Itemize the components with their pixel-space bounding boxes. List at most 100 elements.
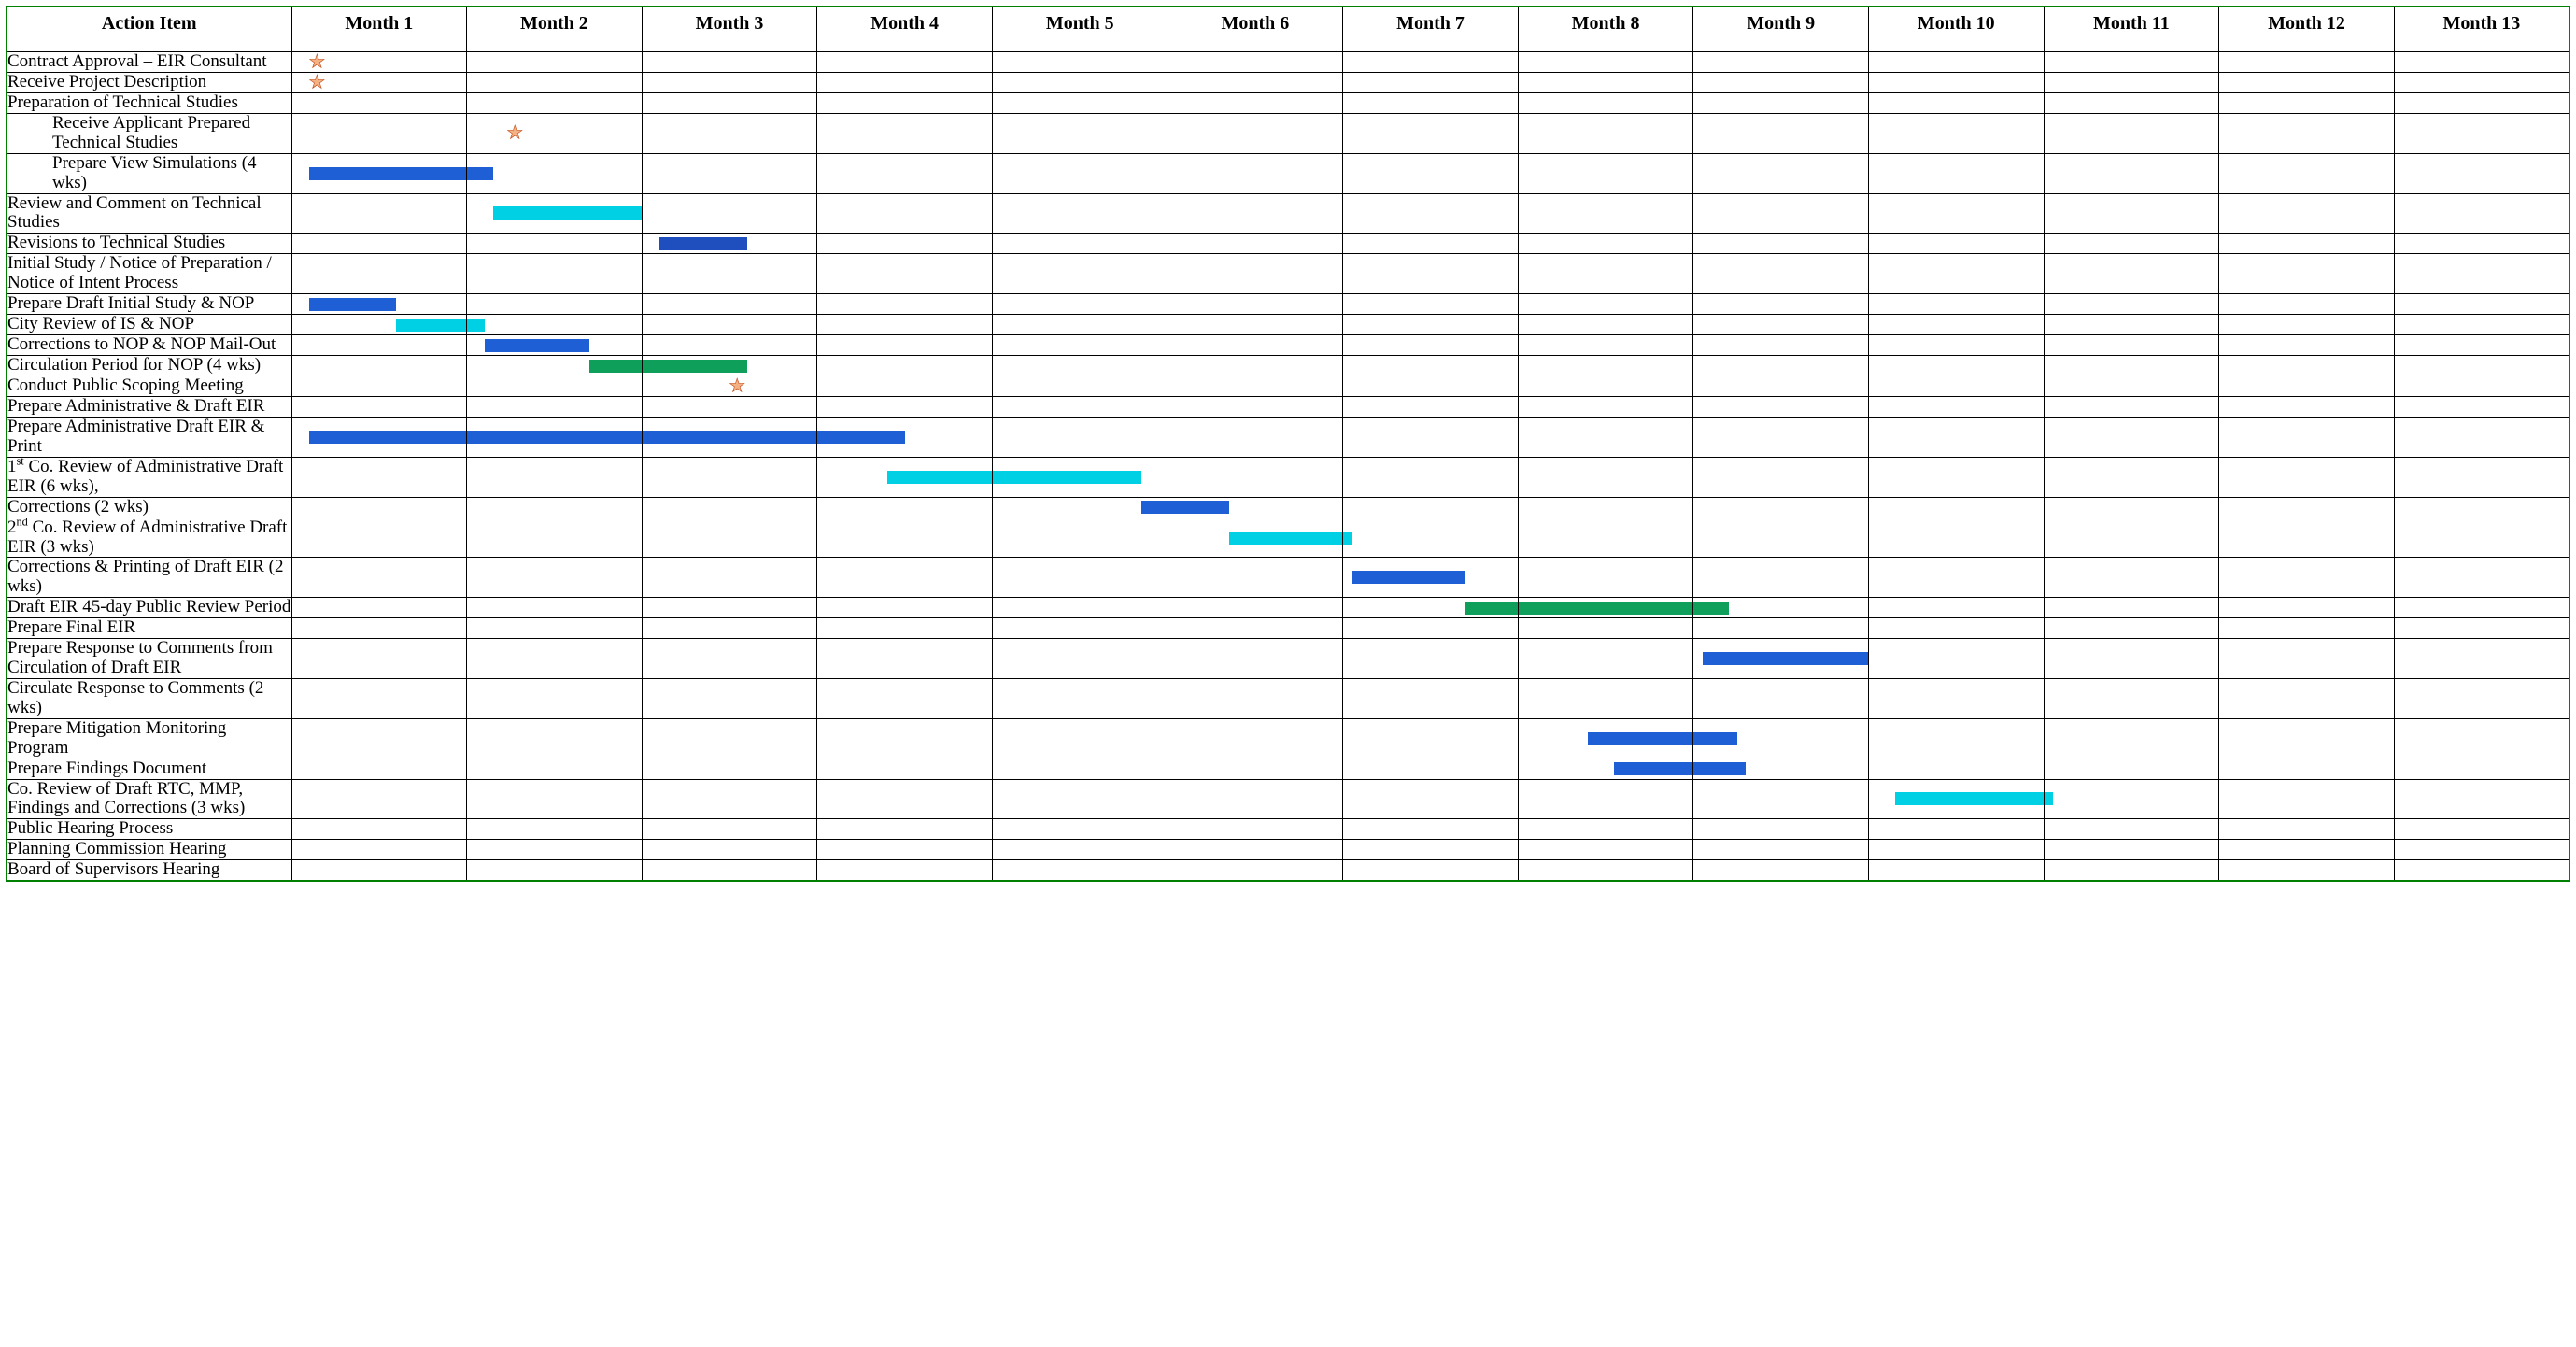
gantt-cell <box>1693 356 1869 376</box>
gantt-cell <box>1868 759 2044 779</box>
gantt-cell <box>467 335 643 356</box>
gantt-cell <box>1343 779 1519 819</box>
table-row: Revisions to Technical Studies <box>7 234 2569 254</box>
gantt-cell <box>291 335 467 356</box>
gantt-cell <box>642 335 817 356</box>
gantt-cell <box>2219 397 2395 418</box>
table-row: Prepare View Simulations (4 wks) <box>7 153 2569 193</box>
gantt-cell <box>1168 153 1343 193</box>
gantt-cell <box>2219 518 2395 558</box>
gantt-cell <box>1518 335 1693 356</box>
table-row: Board of Supervisors Hearing <box>7 860 2569 881</box>
gantt-cell <box>2394 335 2569 356</box>
gantt-cell <box>992 518 1168 558</box>
gantt-bar <box>1168 501 1229 514</box>
gantt-cell <box>817 73 993 93</box>
gantt-cell <box>1868 718 2044 759</box>
gantt-cell <box>1343 114 1519 154</box>
gantt-bar <box>467 167 493 180</box>
table-row: Corrections & Printing of Draft EIR (2 w… <box>7 558 2569 598</box>
gantt-cell <box>1343 759 1519 779</box>
gantt-cell <box>2219 497 2395 518</box>
gantt-cell <box>817 315 993 335</box>
gantt-cell <box>2394 153 2569 193</box>
gantt-cell <box>992 558 1168 598</box>
table-row: Conduct Public Scoping Meeting★☆ <box>7 376 2569 397</box>
gantt-cell <box>1518 618 1693 639</box>
gantt-bar <box>643 431 817 444</box>
gantt-cell <box>1518 193 1693 234</box>
gantt-cell <box>1168 759 1343 779</box>
gantt-cell <box>291 315 467 335</box>
gantt-cell <box>817 679 993 719</box>
gantt-cell <box>1868 639 2044 679</box>
gantt-cell <box>2044 153 2219 193</box>
gantt-cell <box>1168 598 1343 618</box>
gantt-cell <box>1693 114 1869 154</box>
gantt-cell <box>1343 93 1519 114</box>
table-row: Prepare Administrative Draft EIR & Print <box>7 418 2569 458</box>
gantt-cell <box>1693 779 1869 819</box>
gantt-bar <box>396 319 466 332</box>
gantt-cell <box>1868 234 2044 254</box>
gantt-cell <box>291 254 467 294</box>
gantt-cell <box>467 52 643 73</box>
gantt-cell <box>467 718 643 759</box>
gantt-bar <box>643 360 747 373</box>
gantt-cell <box>817 418 993 458</box>
gantt-cell <box>642 294 817 315</box>
gantt-bar <box>1693 602 1728 615</box>
gantt-cell <box>642 679 817 719</box>
table-row: Initial Study / Notice of Preparation / … <box>7 254 2569 294</box>
gantt-cell <box>467 558 643 598</box>
gantt-cell <box>2394 418 2569 458</box>
gantt-cell <box>1868 558 2044 598</box>
action-item-label: Corrections to NOP & NOP Mail-Out <box>7 335 291 356</box>
gantt-cell <box>2394 497 2569 518</box>
action-item-label: Initial Study / Notice of Preparation / … <box>7 254 291 294</box>
gantt-cell <box>642 193 817 234</box>
gantt-cell <box>2044 254 2219 294</box>
gantt-cell <box>1168 860 1343 881</box>
gantt-cell <box>2044 397 2219 418</box>
gantt-bar <box>485 339 589 352</box>
gantt-cell <box>1868 598 2044 618</box>
table-row: Corrections to NOP & NOP Mail-Out <box>7 335 2569 356</box>
milestone-star-icon: ★☆ <box>307 71 328 92</box>
gantt-cell <box>2219 193 2395 234</box>
gantt-cell <box>467 598 643 618</box>
gantt-cell <box>2044 860 2219 881</box>
gantt-cell <box>992 779 1168 819</box>
action-item-label: Public Hearing Process <box>7 819 291 840</box>
gantt-cell <box>992 639 1168 679</box>
gantt-cell <box>2219 457 2395 497</box>
gantt-cell <box>291 598 467 618</box>
header-month: Month 9 <box>1693 7 1869 52</box>
gantt-cell <box>2219 759 2395 779</box>
header-month: Month 7 <box>1343 7 1519 52</box>
gantt-bar <box>659 237 746 250</box>
header-month: Month 11 <box>2044 7 2219 52</box>
gantt-cell <box>992 819 1168 840</box>
gantt-cell <box>2219 73 2395 93</box>
gantt-cell <box>2219 153 2395 193</box>
gantt-cell <box>1168 457 1343 497</box>
gantt-cell <box>1693 418 1869 458</box>
gantt-cell <box>817 518 993 558</box>
gantt-cell <box>642 618 817 639</box>
gantt-cell <box>817 759 993 779</box>
gantt-cell <box>2219 234 2395 254</box>
gantt-cell <box>2044 294 2219 315</box>
gantt-cell <box>1343 153 1519 193</box>
gantt-cell <box>2394 639 2569 679</box>
gantt-cell <box>1168 418 1343 458</box>
gantt-cell <box>1518 558 1693 598</box>
gantt-cell <box>992 397 1168 418</box>
gantt-cell <box>2044 639 2219 679</box>
gantt-cell <box>1868 840 2044 860</box>
gantt-cell <box>2044 497 2219 518</box>
gantt-cell <box>1168 73 1343 93</box>
gantt-cell <box>1343 639 1519 679</box>
gantt-cell <box>642 254 817 294</box>
gantt-cell <box>1518 315 1693 335</box>
